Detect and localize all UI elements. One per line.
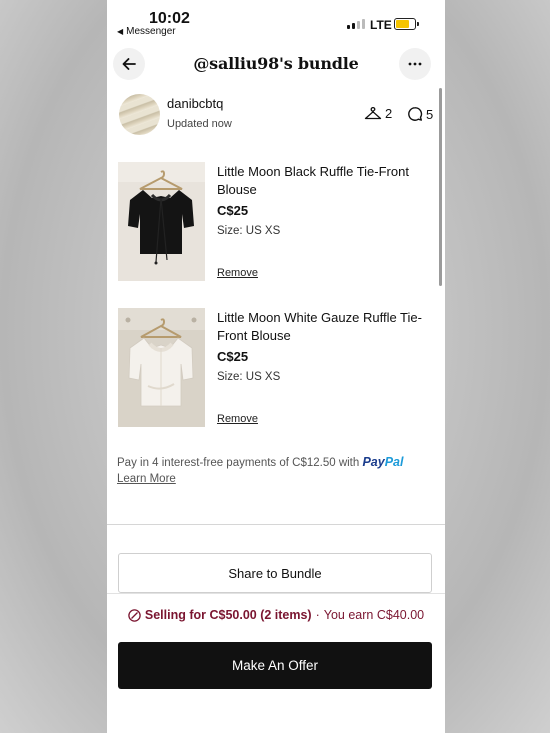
back-app-label: Messenger [126, 26, 176, 37]
signal-icon [347, 19, 365, 29]
learn-more-link[interactable]: Learn More [117, 473, 176, 485]
network-label: LTE [370, 18, 392, 32]
seller-updated-status: Updated now [167, 118, 232, 130]
back-triangle-icon: ◀ [117, 27, 124, 36]
app-screen: 10:02 ◀ Messenger LTE @salliu98's bundle [107, 0, 445, 733]
share-to-bundle-button[interactable]: Share to Bundle [118, 553, 432, 593]
item-price: C$25 [217, 349, 249, 364]
likes-count: 2 [385, 106, 393, 121]
selling-summary: Selling for C$50.00 (2 items) · You earn… [107, 608, 445, 622]
selling-total: Selling for C$50.00 (2 items) [144, 608, 312, 622]
remove-item-link[interactable]: Remove [217, 267, 258, 279]
hanger-icon [364, 106, 382, 119]
remove-item-link[interactable]: Remove [217, 413, 258, 425]
item-photo[interactable] [118, 308, 205, 427]
bundle-item[interactable]: Little Moon White Gauze Ruffle Tie-Front… [118, 308, 434, 428]
make-an-offer-button[interactable]: Make An Offer [118, 642, 432, 689]
paypal-logo: PayPal [362, 455, 404, 469]
divider [107, 524, 445, 525]
more-options-button[interactable] [399, 48, 431, 80]
bundle-item[interactable]: Little Moon Black Ruffle Tie-Front Blous… [118, 162, 434, 282]
item-size: Size: US XS [217, 225, 281, 237]
item-title[interactable]: Little Moon White Gauze Ruffle Tie-Front… [217, 309, 432, 344]
page-title: @salliu98's bundle [193, 54, 359, 73]
tag-circle-icon [128, 608, 141, 622]
status-bar: 10:02 ◀ Messenger LTE [107, 0, 445, 44]
item-title[interactable]: Little Moon Black Ruffle Tie-Front Blous… [217, 163, 432, 198]
comments-count: 5 [426, 106, 434, 122]
paypal-installments: Pay in 4 interest-free payments of C$12.… [117, 455, 437, 469]
scrollbar[interactable] [439, 88, 442, 286]
paypal-installments-text: Pay in 4 interest-free payments of C$12.… [117, 457, 360, 469]
item-price: C$25 [217, 203, 249, 218]
item-size: Size: US XS [217, 371, 281, 383]
page-header: @salliu98's bundle [107, 48, 445, 82]
back-to-app-link[interactable]: ◀ Messenger [117, 26, 176, 37]
checkout-footer: Selling for C$50.00 (2 items) · You earn… [107, 593, 445, 733]
comment-bubble-icon [408, 107, 423, 121]
comments-stat[interactable]: 5 [407, 106, 433, 122]
seller-username[interactable]: danibcbtq [167, 96, 223, 111]
you-earn: You earn C$40.00 [323, 608, 425, 622]
item-photo[interactable] [118, 162, 205, 281]
battery-icon [394, 18, 419, 30]
avatar[interactable] [119, 94, 160, 135]
seller-row[interactable]: danibcbtq Updated now 2 5 [119, 94, 435, 136]
separator-dot: · [315, 608, 320, 622]
likes-stat[interactable]: 2 [364, 106, 392, 121]
more-horizontal-icon [408, 62, 422, 66]
